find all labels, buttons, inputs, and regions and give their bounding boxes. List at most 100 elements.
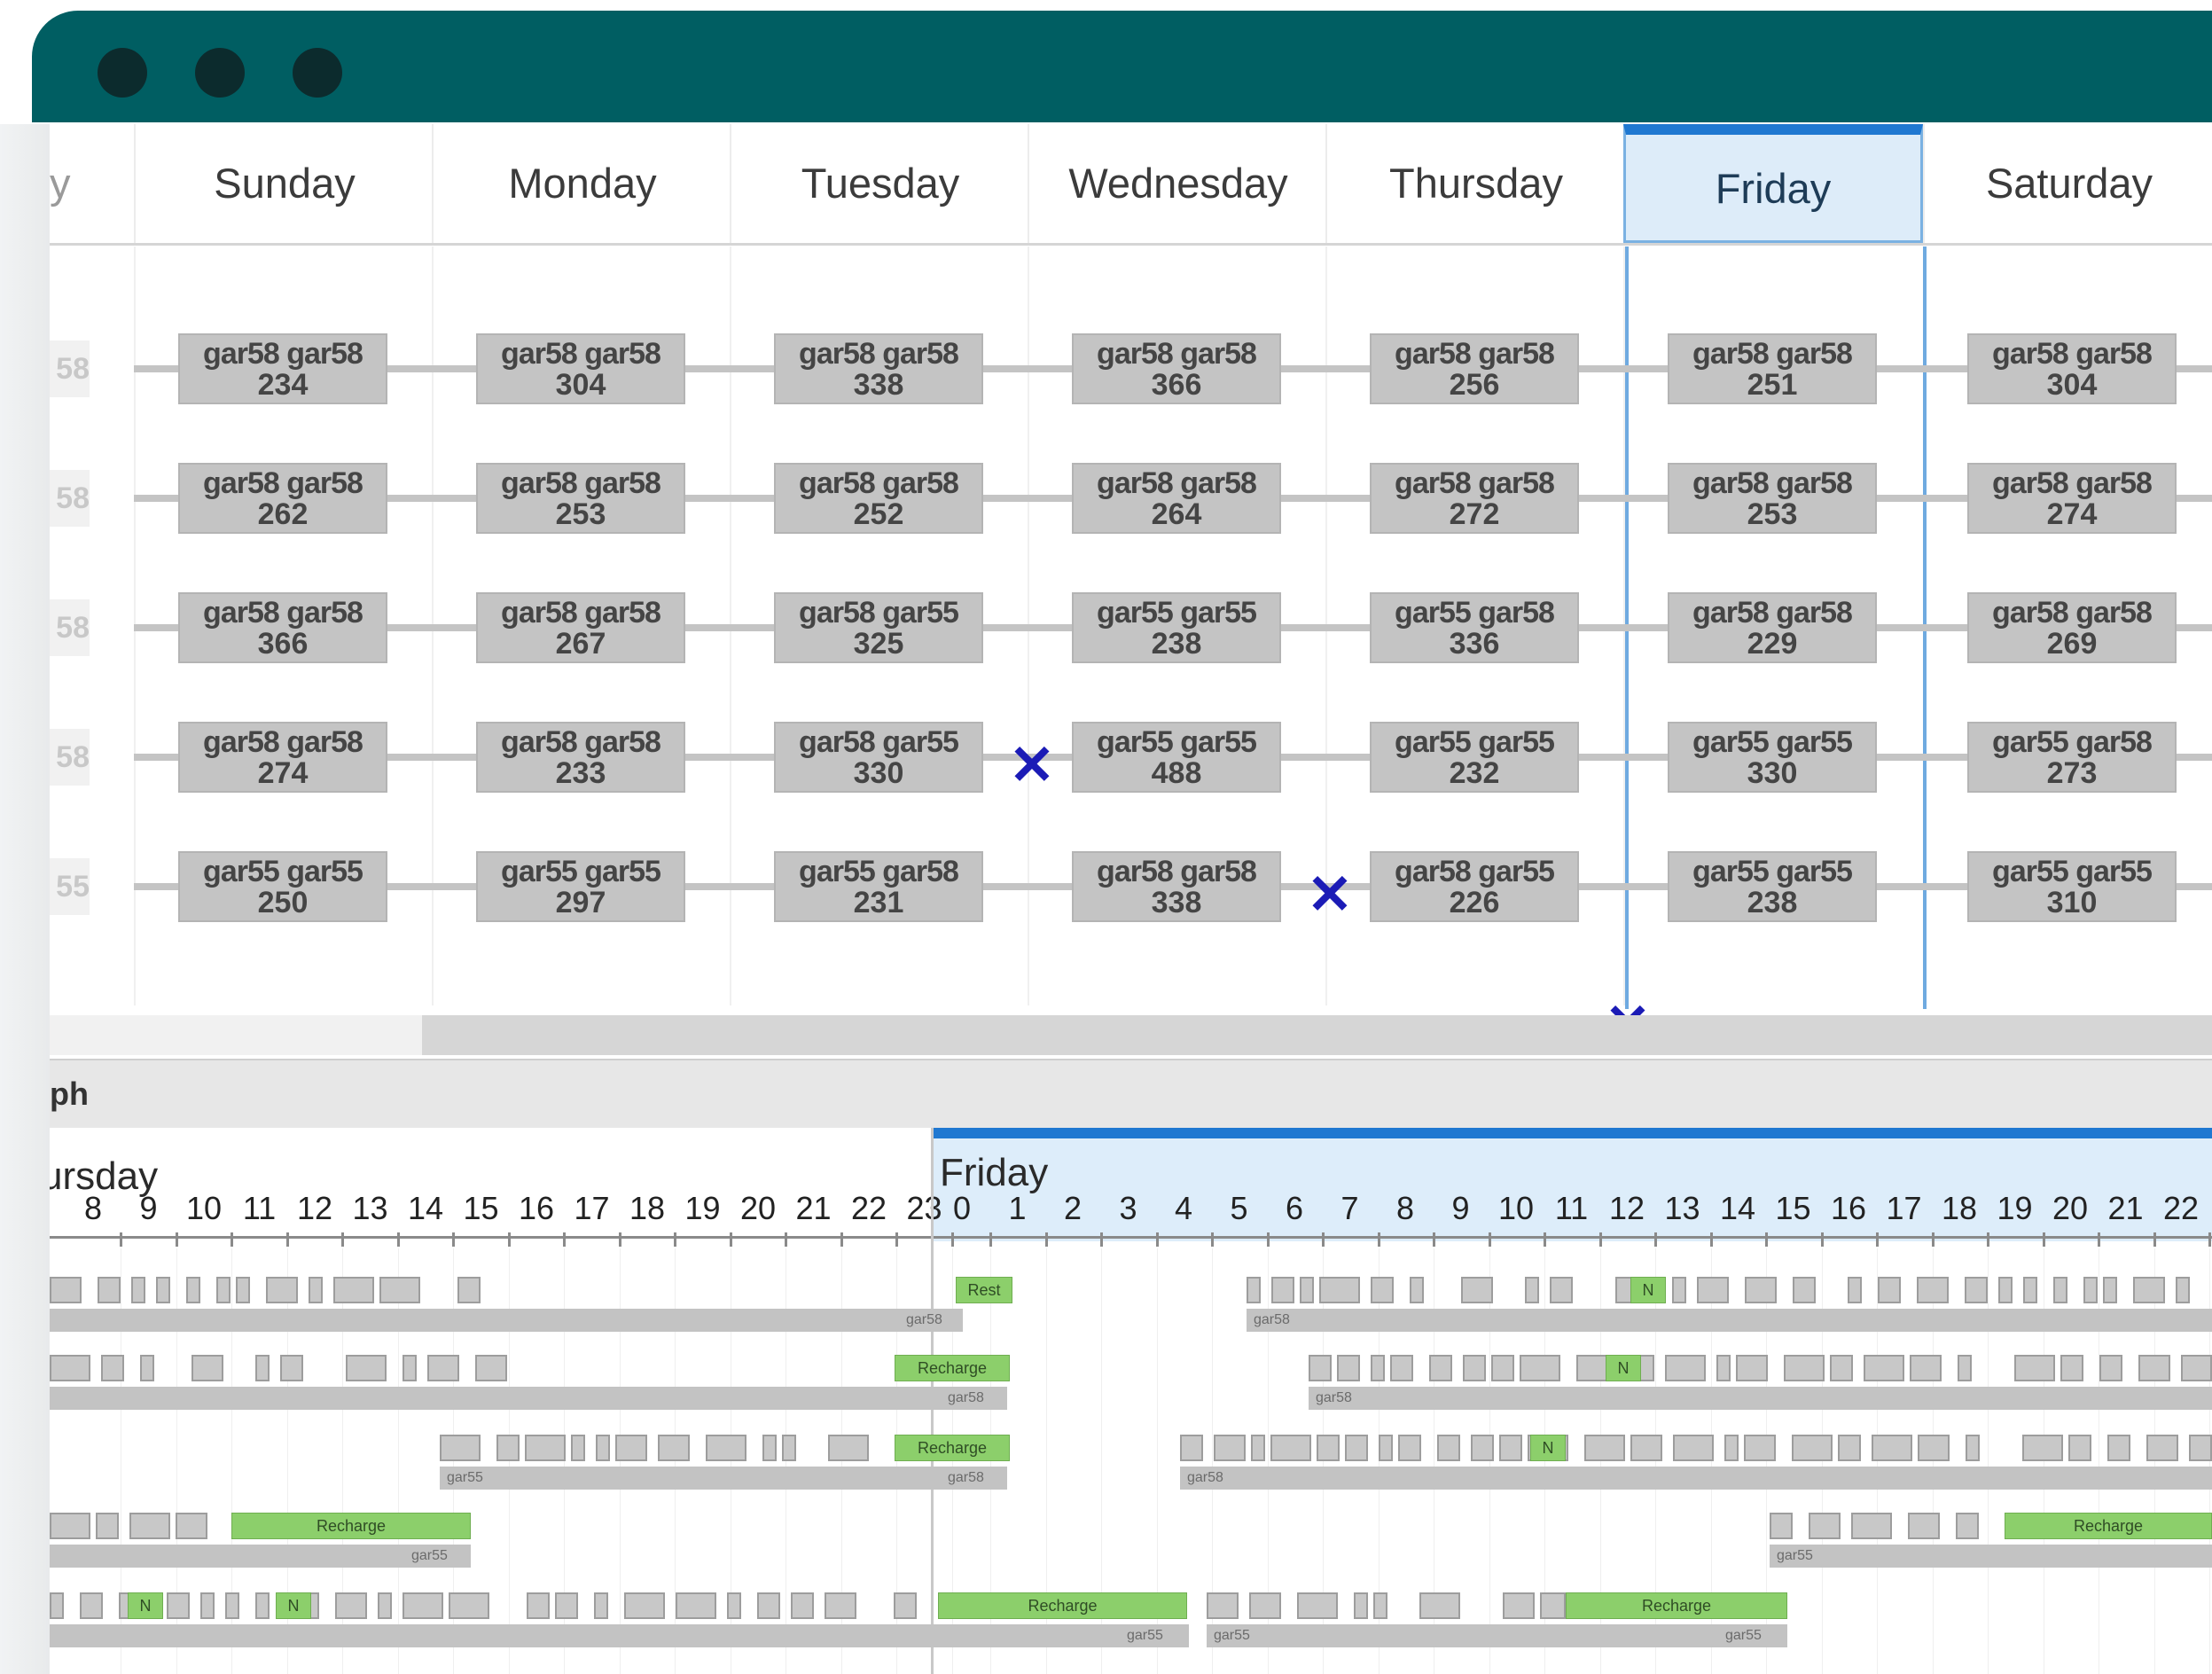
trip-block[interactable] — [1419, 1592, 1460, 1619]
trip-block[interactable] — [333, 1277, 374, 1303]
trip-block[interactable] — [346, 1355, 387, 1381]
duty-block[interactable]: gar55 gar55 232 — [1370, 722, 1579, 793]
trip-block[interactable] — [527, 1592, 550, 1619]
trip-block[interactable] — [1471, 1435, 1494, 1461]
trip-block[interactable] — [615, 1435, 647, 1461]
trip-block[interactable] — [624, 1592, 665, 1619]
trip-block[interactable] — [101, 1355, 124, 1381]
duty-block[interactable]: gar58 gar55 330 — [774, 722, 983, 793]
trip-block[interactable] — [2133, 1277, 2165, 1303]
trip-block[interactable] — [50, 1355, 90, 1381]
trip-block[interactable] — [1864, 1355, 1904, 1381]
trip-block[interactable] — [378, 1592, 392, 1619]
recharge-block[interactable]: N — [1530, 1435, 1566, 1461]
trip-block[interactable] — [266, 1277, 298, 1303]
conflict-x-icon[interactable]: ✕ — [1305, 868, 1355, 923]
trip-block[interactable] — [1214, 1435, 1246, 1461]
duty-block[interactable]: gar58 gar58 304 — [476, 333, 685, 404]
trip-block[interactable] — [1736, 1355, 1768, 1381]
recharge-block[interactable]: N — [1630, 1277, 1666, 1303]
trip-block[interactable] — [1744, 1435, 1776, 1461]
duty-block[interactable]: gar55 gar55 238 — [1668, 851, 1877, 922]
trip-block[interactable] — [1429, 1355, 1452, 1381]
trip-block[interactable] — [1958, 1355, 1972, 1381]
trip-block[interactable] — [1319, 1277, 1360, 1303]
trip-block[interactable] — [156, 1277, 170, 1303]
trip-block[interactable] — [1180, 1435, 1203, 1461]
trip-block[interactable] — [216, 1277, 231, 1303]
trip-block[interactable] — [1630, 1435, 1662, 1461]
trip-block[interactable] — [496, 1435, 520, 1461]
trip-block[interactable] — [255, 1355, 270, 1381]
trip-block[interactable] — [2014, 1355, 2055, 1381]
duty-block[interactable]: gar58 gar58 304 — [1967, 333, 2177, 404]
trip-block[interactable] — [1337, 1355, 1360, 1381]
trip-block[interactable] — [1665, 1355, 1706, 1381]
trip-block[interactable] — [449, 1592, 489, 1619]
horizontal-scrollbar[interactable] — [50, 1015, 2212, 1055]
trip-block[interactable] — [1354, 1592, 1368, 1619]
trip-block[interactable] — [475, 1355, 507, 1381]
trip-block[interactable] — [1373, 1592, 1387, 1619]
trip-block[interactable] — [96, 1513, 119, 1539]
day-header-friday-selected[interactable]: Friday — [1623, 124, 1923, 243]
trip-block[interactable] — [1309, 1355, 1332, 1381]
trip-block[interactable] — [225, 1592, 239, 1619]
trip-block[interactable] — [1784, 1355, 1825, 1381]
trip-block[interactable] — [1371, 1277, 1394, 1303]
duty-block[interactable]: gar58 gar58 262 — [178, 463, 387, 534]
trip-block[interactable] — [1270, 1435, 1311, 1461]
trip-block[interactable] — [1491, 1355, 1514, 1381]
trip-block[interactable] — [427, 1355, 459, 1381]
day-header-saturday[interactable]: Saturday — [1923, 124, 2212, 243]
trip-block[interactable] — [440, 1435, 481, 1461]
trip-block[interactable] — [1247, 1277, 1261, 1303]
close-dot-icon[interactable] — [98, 48, 147, 98]
trip-block[interactable] — [1848, 1277, 1862, 1303]
trip-block[interactable] — [98, 1277, 121, 1303]
duty-block[interactable]: gar58 gar58 269 — [1967, 592, 2177, 663]
trip-block[interactable] — [2022, 1435, 2063, 1461]
trip-block[interactable] — [335, 1592, 367, 1619]
trip-block[interactable] — [2181, 1355, 2212, 1381]
trip-block[interactable] — [2146, 1435, 2178, 1461]
trip-block[interactable] — [782, 1435, 796, 1461]
maximize-dot-icon[interactable] — [293, 48, 342, 98]
recharge-block[interactable]: Recharge — [1566, 1592, 1787, 1619]
recharge-block[interactable]: Recharge — [231, 1513, 471, 1539]
day-header-monday[interactable]: Monday — [432, 124, 731, 243]
trip-block[interactable] — [167, 1592, 190, 1619]
trip-block[interactable] — [1525, 1277, 1539, 1303]
duty-block[interactable]: gar58 gar55 325 — [774, 592, 983, 663]
trip-block[interactable] — [1851, 1513, 1892, 1539]
trip-block[interactable] — [1520, 1355, 1560, 1381]
trip-block[interactable] — [1673, 1435, 1714, 1461]
trip-block[interactable] — [50, 1277, 82, 1303]
trip-block[interactable] — [1770, 1513, 1793, 1539]
trip-block[interactable] — [757, 1592, 780, 1619]
duty-block[interactable]: gar58 gar58 264 — [1072, 463, 1281, 534]
trip-block[interactable] — [1371, 1355, 1385, 1381]
trip-block[interactable] — [280, 1355, 303, 1381]
duty-block[interactable]: gar58 gar58 274 — [178, 722, 387, 793]
trip-block[interactable] — [2099, 1355, 2122, 1381]
duty-block[interactable]: gar58 gar58 338 — [774, 333, 983, 404]
trip-block[interactable] — [1410, 1277, 1424, 1303]
trip-block[interactable] — [2023, 1277, 2037, 1303]
recharge-block[interactable]: N — [276, 1592, 311, 1619]
trip-block[interactable] — [1966, 1435, 1980, 1461]
duty-block[interactable]: gar55 gar55 488 — [1072, 722, 1281, 793]
trip-block[interactable] — [186, 1277, 200, 1303]
trip-block[interactable] — [191, 1355, 223, 1381]
day-header-sunday[interactable]: Sunday — [134, 124, 434, 243]
trip-block[interactable] — [50, 1513, 90, 1539]
trip-block[interactable] — [658, 1435, 690, 1461]
trip-block[interactable] — [2107, 1435, 2130, 1461]
duty-block[interactable]: gar55 gar55 238 — [1072, 592, 1281, 663]
trip-block[interactable] — [2068, 1435, 2091, 1461]
trip-block[interactable] — [1503, 1592, 1535, 1619]
trip-block[interactable] — [1463, 1355, 1486, 1381]
trip-block[interactable] — [1910, 1355, 1942, 1381]
trip-block[interactable] — [1908, 1513, 1940, 1539]
trip-block[interactable] — [2176, 1277, 2190, 1303]
